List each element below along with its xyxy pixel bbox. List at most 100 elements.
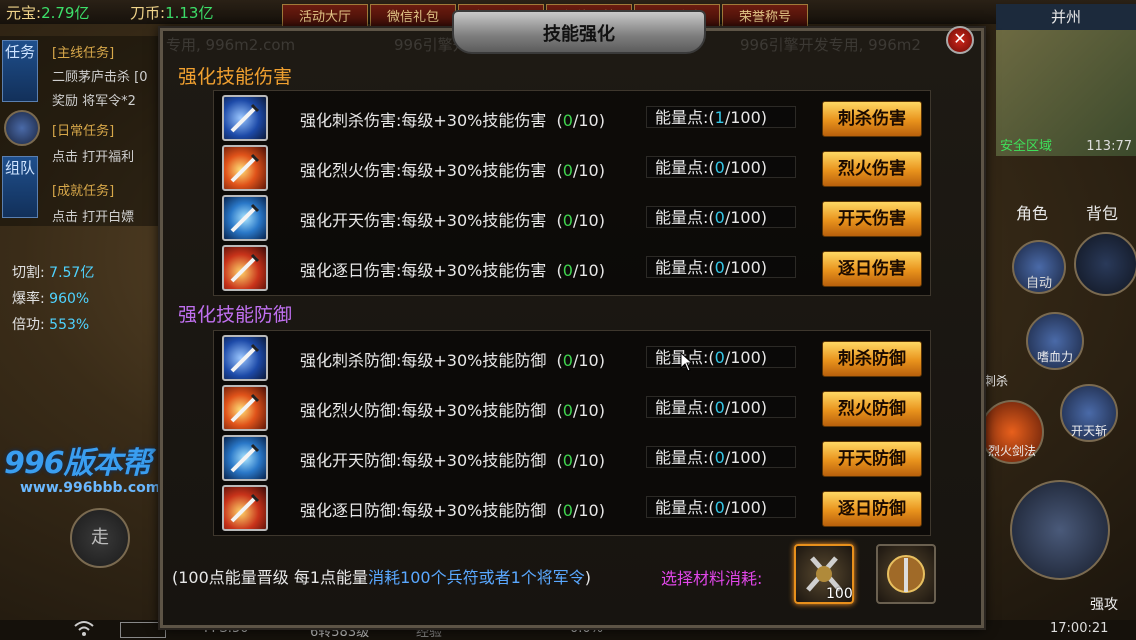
skill-sky-split[interactable]: 开天斩 xyxy=(1060,384,1118,442)
energy-points: 0 xyxy=(714,498,725,517)
damage-description: 强化烈火伤害:每级+30%技能伤害 (0/10) xyxy=(300,161,605,180)
close-icon[interactable]: ✕ xyxy=(946,26,974,54)
enhance-level: 0 xyxy=(562,401,573,420)
energy-max: 100 xyxy=(730,108,761,127)
stat-cut: 切割: 7.57亿 xyxy=(12,265,95,281)
quest-daily-header: [日常任务] xyxy=(52,124,115,139)
stat-multiplier: 倍功: 553% xyxy=(12,317,90,333)
role-button[interactable]: 角色 xyxy=(1016,200,1048,224)
enhance-level: 0 xyxy=(562,261,573,280)
quest-main-target[interactable]: 二顾茅庐击杀 [0 xyxy=(52,66,147,85)
energy-points: 0 xyxy=(714,348,725,367)
general-order-icon[interactable] xyxy=(876,544,936,604)
damage-enhance-button[interactable]: 开天伤害 xyxy=(822,201,922,237)
skill-fire-sword[interactable]: 烈火剑法 xyxy=(980,400,1044,464)
defense-enhance-button[interactable]: 开天防御 xyxy=(822,441,922,477)
attack-sword-icon[interactable] xyxy=(1010,480,1110,580)
wifi-icon xyxy=(74,620,94,640)
energy-readout: 能量点:(0/100) xyxy=(646,496,796,518)
energy-max: 100 xyxy=(730,208,761,227)
skill-blood-power[interactable]: 嗜血力 xyxy=(1026,312,1084,370)
defense-description: 强化逐日防御:每级+30%技能防御 (0/10) xyxy=(300,501,605,520)
energy-rule-note: (100点能量晋级 每1点能量消耗100个兵符或者1个将军令) xyxy=(172,564,591,588)
energy-points: 0 xyxy=(714,448,725,467)
enhance-level: 0 xyxy=(562,111,573,130)
clock: 17:00:21 xyxy=(1050,621,1109,636)
defense-description: 强化刺杀防御:每级+30%技能防御 (0/10) xyxy=(300,351,605,370)
map-name: 并州 xyxy=(996,4,1136,30)
energy-max: 100 xyxy=(730,498,761,517)
bag-button[interactable]: 背包 xyxy=(1086,200,1118,224)
enhance-max-level: 10 xyxy=(578,211,599,230)
map-zone-label: 安全区域 xyxy=(1000,139,1053,154)
stat-drop-rate: 爆率: 960% xyxy=(12,291,90,307)
skill-thrust-label: 刺杀 xyxy=(984,374,1009,388)
enhance-level: 0 xyxy=(562,161,573,180)
enhance-max-level: 10 xyxy=(578,351,599,370)
energy-points: 0 xyxy=(714,208,725,227)
damage-row: 强化烈火伤害:每级+30%技能伤害 (0/10) 能量点:(0/100) 烈火伤害 xyxy=(214,143,930,193)
refresh-icon[interactable] xyxy=(4,110,40,146)
defense-panel: 强化刺杀防御:每级+30%技能防御 (0/10) 能量点:(0/100) 刺杀防御强… xyxy=(213,330,931,536)
fire-sword-skill-icon xyxy=(222,385,268,431)
material-label: 选择材料消耗: xyxy=(661,569,763,588)
defense-enhance-button[interactable]: 刺杀防御 xyxy=(822,341,922,377)
energy-rule-prefix: (100点能量晋级 每1点能量 xyxy=(172,568,369,587)
energy-points: 0 xyxy=(714,258,725,277)
sun-chase-skill-icon xyxy=(222,485,268,531)
enhance-level: 0 xyxy=(562,451,573,470)
energy-points: 0 xyxy=(714,158,725,177)
damage-section-title: 强化技能伤害 xyxy=(178,66,293,88)
watermark-url: www.996bbb.com xyxy=(20,480,161,496)
energy-points: 0 xyxy=(714,398,725,417)
enhance-max-level: 10 xyxy=(578,261,599,280)
quest-daily-action[interactable]: 点击 打开福利 xyxy=(52,146,134,165)
enhance-max-level: 10 xyxy=(578,451,599,470)
enhance-level: 0 xyxy=(562,351,573,370)
damage-enhance-button[interactable]: 刺杀伤害 xyxy=(822,101,922,137)
damage-row: 强化刺杀伤害:每级+30%技能伤害 (0/10) 能量点:(1/100) 刺杀伤害 xyxy=(214,93,930,143)
quest-tab-task[interactable]: 任务 xyxy=(2,40,38,102)
sun-chase-skill-icon xyxy=(222,245,268,291)
enhance-max-level: 10 xyxy=(578,401,599,420)
energy-readout: 能量点:(0/100) xyxy=(646,396,796,418)
quest-main-reward: 奖励 将军令*2 xyxy=(52,94,136,109)
damage-enhance-button[interactable]: 逐日伤害 xyxy=(822,251,922,287)
defense-enhance-button[interactable]: 逐日防御 xyxy=(822,491,922,527)
defense-row: 强化逐日防御:每级+30%技能防御 (0/10) 能量点:(0/100) 逐日防御 xyxy=(214,483,930,533)
defense-description: 强化开天防御:每级+30%技能防御 (0/10) xyxy=(300,451,605,470)
daobi-currency: 刀币:1.13亿 xyxy=(130,4,214,22)
mouse-cursor-icon xyxy=(680,351,694,376)
energy-max: 100 xyxy=(730,348,761,367)
damage-panel: 强化刺杀伤害:每级+30%技能伤害 (0/10) 能量点:(1/100) 刺杀伤害强… xyxy=(213,90,931,296)
fire-sword-skill-icon xyxy=(222,145,268,191)
energy-points: 1 xyxy=(714,108,725,127)
auto-button[interactable]: 自动 xyxy=(1012,240,1066,294)
force-attack-button[interactable]: 强攻 xyxy=(1090,594,1118,614)
watermark-logo: 996版本帮 xyxy=(4,446,152,481)
map-coordinates: 113:77 xyxy=(1086,139,1132,154)
quest-achieve-action[interactable]: 点击 打开白嫖 xyxy=(52,206,134,225)
defense-description: 强化烈火防御:每级+30%技能防御 (0/10) xyxy=(300,401,605,420)
energy-max: 100 xyxy=(730,158,761,177)
enhance-level: 0 xyxy=(562,501,573,520)
defense-enhance-button[interactable]: 烈火防御 xyxy=(822,391,922,427)
energy-max: 100 xyxy=(730,448,761,467)
sky-split-skill-icon xyxy=(222,435,268,481)
energy-max: 100 xyxy=(730,398,761,417)
thrust-skill-icon xyxy=(222,95,268,141)
walk-button[interactable]: 走 xyxy=(70,508,130,568)
settings-diamond-icon[interactable] xyxy=(1074,232,1136,296)
enhance-max-level: 10 xyxy=(578,161,599,180)
yuanbao-currency: 元宝:2.79亿 xyxy=(6,4,90,22)
defense-row: 强化烈火防御:每级+30%技能防御 (0/10) 能量点:(0/100) 烈火防御 xyxy=(214,383,930,433)
enhance-max-level: 10 xyxy=(578,111,599,130)
quest-achieve-header: [成就任务] xyxy=(52,184,115,199)
energy-readout: 能量点:(0/100) xyxy=(646,346,796,368)
damage-enhance-button[interactable]: 烈火伤害 xyxy=(822,151,922,187)
minimap[interactable]: 安全区域 113:77 xyxy=(996,30,1136,156)
defense-section-title: 强化技能防御 xyxy=(178,304,293,326)
dialog-title: 技能强化 xyxy=(543,24,615,45)
quest-tab-team[interactable]: 组队 xyxy=(2,156,38,218)
energy-readout: 能量点:(0/100) xyxy=(646,256,796,278)
